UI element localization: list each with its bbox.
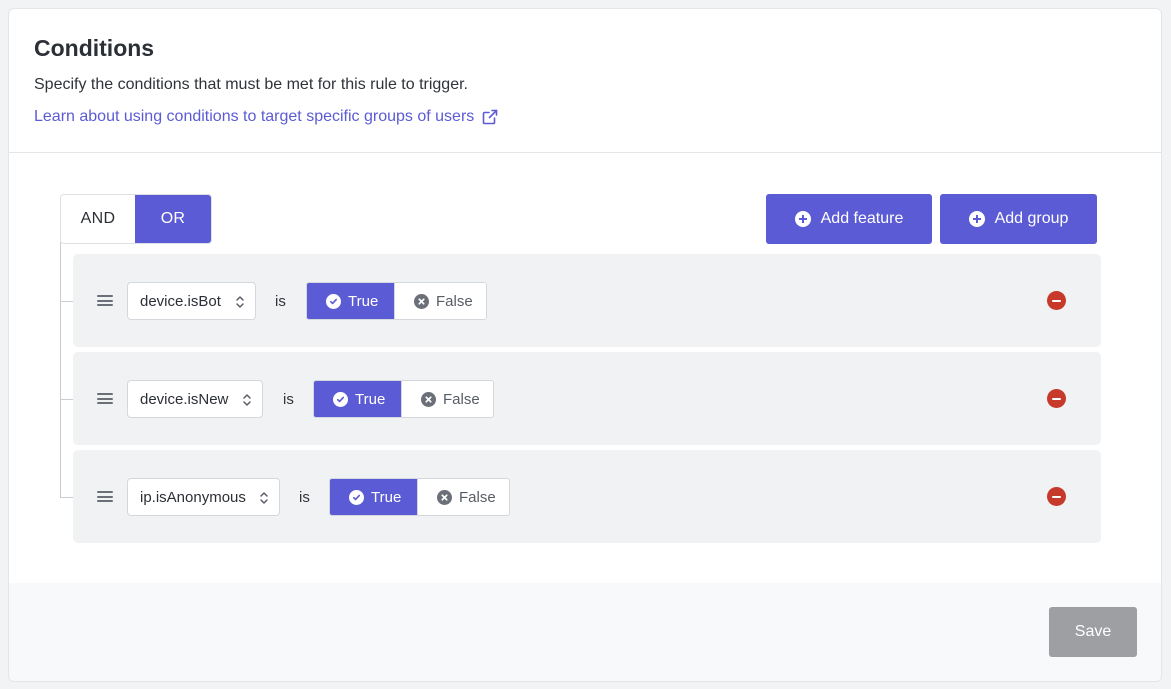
- external-link-icon: [482, 109, 498, 125]
- false-option[interactable]: False: [401, 381, 493, 417]
- conditions-header: Conditions Specify the conditions that m…: [9, 9, 1161, 153]
- true-option[interactable]: True: [307, 283, 394, 319]
- feature-select[interactable]: device.isBot: [127, 282, 256, 320]
- false-option[interactable]: False: [394, 283, 486, 319]
- chevron-up-down-icon: [236, 296, 244, 308]
- x-circle-icon: [437, 489, 452, 505]
- or-button[interactable]: OR: [135, 195, 211, 243]
- add-feature-button[interactable]: Add feature: [766, 194, 932, 244]
- boolean-toggle: True False: [306, 282, 487, 320]
- add-group-button[interactable]: Add group: [940, 194, 1097, 244]
- learn-conditions-link[interactable]: Learn about using conditions to target s…: [34, 108, 498, 126]
- true-label: True: [355, 390, 386, 408]
- chevron-up-down-icon: [260, 492, 268, 504]
- tree-branch: [60, 497, 73, 498]
- tree-branch: [60, 301, 73, 302]
- feature-select-value: ip.isAnonymous: [140, 488, 246, 506]
- page-title: Conditions: [34, 35, 155, 61]
- feature-select-value: device.isNew: [140, 390, 229, 408]
- operator-label: is: [299, 489, 310, 506]
- save-button[interactable]: Save: [1049, 607, 1137, 657]
- boolean-toggle: True False: [329, 478, 510, 516]
- and-button[interactable]: AND: [61, 195, 135, 243]
- condition-row: device.isBot is True False: [73, 254, 1101, 347]
- boolean-toggle: True False: [313, 380, 494, 418]
- condition-row: device.isNew is True False: [73, 352, 1101, 445]
- check-circle-icon: [326, 293, 341, 309]
- conditions-card: Conditions Specify the conditions that m…: [8, 8, 1162, 682]
- operator-label: is: [283, 391, 294, 408]
- learn-link-label: Learn about using conditions to target s…: [34, 108, 475, 125]
- remove-condition-icon[interactable]: [1047, 389, 1066, 408]
- drag-handle-icon[interactable]: [97, 491, 113, 502]
- page-description: Specify the conditions that must be met …: [34, 76, 468, 93]
- true-label: True: [371, 488, 402, 506]
- chevron-up-down-icon: [243, 394, 251, 406]
- false-label: False: [443, 390, 480, 408]
- card-footer: Save: [9, 583, 1161, 681]
- true-label: True: [348, 292, 379, 310]
- false-option[interactable]: False: [417, 479, 509, 515]
- x-circle-icon: [421, 391, 436, 407]
- drag-handle-icon[interactable]: [97, 295, 113, 306]
- false-label: False: [459, 488, 496, 506]
- add-group-label: Add group: [994, 210, 1069, 227]
- true-option[interactable]: True: [330, 479, 417, 515]
- check-circle-icon: [333, 391, 348, 407]
- plus-circle-icon: [794, 211, 811, 227]
- feature-select[interactable]: device.isNew: [127, 380, 263, 418]
- feature-select-value: device.isBot: [140, 292, 221, 310]
- check-circle-icon: [349, 489, 364, 505]
- plus-circle-icon: [968, 211, 985, 227]
- remove-condition-icon[interactable]: [1047, 487, 1066, 506]
- x-circle-icon: [414, 293, 429, 309]
- true-option[interactable]: True: [314, 381, 401, 417]
- feature-select[interactable]: ip.isAnonymous: [127, 478, 280, 516]
- condition-row: ip.isAnonymous is True False: [73, 450, 1101, 543]
- add-feature-label: Add feature: [820, 210, 904, 227]
- false-label: False: [436, 292, 473, 310]
- tree-branch: [60, 399, 73, 400]
- remove-condition-icon[interactable]: [1047, 291, 1066, 310]
- operator-label: is: [275, 293, 286, 310]
- logic-toggle: AND OR: [60, 194, 212, 244]
- drag-handle-icon[interactable]: [97, 393, 113, 404]
- conditions-body: AND OR Add feature Add group device.isBo…: [9, 154, 1161, 583]
- tree-connector: [60, 242, 61, 497]
